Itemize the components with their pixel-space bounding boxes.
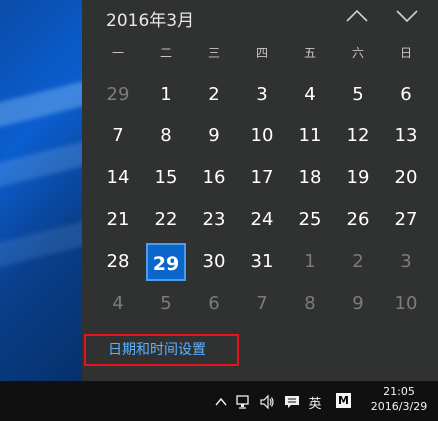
calendar-day[interactable]: 23 bbox=[194, 203, 234, 237]
calendar-day[interactable]: 3 bbox=[242, 78, 282, 112]
calendar-day[interactable]: 17 bbox=[242, 161, 282, 195]
calendar-day[interactable]: 9 bbox=[194, 119, 234, 153]
calendar-day[interactable]: 18 bbox=[290, 161, 330, 195]
calendar-day[interactable]: 29 bbox=[98, 78, 138, 112]
network-button[interactable] bbox=[236, 394, 252, 410]
calendar-day[interactable]: 15 bbox=[146, 161, 186, 195]
calendar-day[interactable]: 5 bbox=[146, 287, 186, 321]
calendar-day[interactable]: 9 bbox=[338, 287, 378, 321]
calendar-day[interactable]: 7 bbox=[242, 287, 282, 321]
input-language-indicator[interactable]: 英 bbox=[307, 393, 323, 412]
calendar-day[interactable]: 1 bbox=[146, 78, 186, 112]
calendar-day[interactable]: 2 bbox=[338, 245, 378, 279]
message-icon bbox=[285, 396, 299, 408]
action-center-button[interactable] bbox=[284, 394, 300, 410]
taskbar-clock[interactable]: 21:05 2016/3/29 bbox=[362, 384, 436, 414]
show-hidden-icons-button[interactable] bbox=[215, 394, 227, 410]
calendar-day[interactable]: 26 bbox=[338, 203, 378, 237]
calendar-day[interactable]: 31 bbox=[242, 245, 282, 279]
calendar-day[interactable]: 11 bbox=[290, 119, 330, 153]
calendar-day-today[interactable]: 29 bbox=[146, 243, 186, 281]
calendar-day[interactable]: 6 bbox=[194, 287, 234, 321]
calendar-day[interactable]: 27 bbox=[386, 203, 426, 237]
calendar-day[interactable]: 8 bbox=[290, 287, 330, 321]
calendar-day[interactable]: 21 bbox=[98, 203, 138, 237]
taskbar: 英 M 21:05 2016/3/29 bbox=[0, 381, 438, 421]
volume-button[interactable] bbox=[259, 394, 275, 410]
calendar-day[interactable]: 5 bbox=[338, 78, 378, 112]
calendar-day[interactable]: 24 bbox=[242, 203, 282, 237]
calendar-day[interactable]: 13 bbox=[386, 119, 426, 153]
calendar-day[interactable]: 14 bbox=[98, 161, 138, 195]
calendar-day[interactable]: 19 bbox=[338, 161, 378, 195]
calendar-day[interactable]: 6 bbox=[386, 78, 426, 112]
calendar-day[interactable]: 22 bbox=[146, 203, 186, 237]
calendar-day[interactable]: 30 bbox=[194, 245, 234, 279]
calendar-day[interactable]: 4 bbox=[290, 78, 330, 112]
ime-mode-indicator[interactable]: M bbox=[336, 393, 351, 408]
calendar-day[interactable]: 1 bbox=[290, 245, 330, 279]
calendar-flyout: 2016年3月 一二三四五六日 29 1 2 3 4 5 6 7 8 9 10 11 12 13 14 15 1… bbox=[82, 0, 438, 381]
calendar-day[interactable]: 10 bbox=[242, 119, 282, 153]
calendar-day[interactable]: 2 bbox=[194, 78, 234, 112]
calendar-day[interactable]: 7 bbox=[98, 119, 138, 153]
calendar-day[interactable]: 28 bbox=[98, 245, 138, 279]
calendar-day-grid: 29 1 2 3 4 5 6 7 8 9 10 11 12 13 14 15 16 17 18 19 20 21 22 23 2… bbox=[82, 0, 438, 330]
calendar-day[interactable]: 8 bbox=[146, 119, 186, 153]
calendar-day[interactable]: 3 bbox=[386, 245, 426, 279]
calendar-day[interactable]: 12 bbox=[338, 119, 378, 153]
calendar-day[interactable]: 10 bbox=[386, 287, 426, 321]
calendar-day[interactable]: 20 bbox=[386, 161, 426, 195]
chevron-up-icon bbox=[215, 397, 227, 406]
clock-date: 2016/3/29 bbox=[370, 400, 428, 413]
clock-time: 21:05 bbox=[383, 385, 415, 398]
speaker-icon bbox=[260, 394, 274, 410]
annotation-highlight-box bbox=[84, 334, 239, 366]
desktop-background bbox=[0, 0, 82, 381]
calendar-day[interactable]: 25 bbox=[290, 203, 330, 237]
calendar-day[interactable]: 4 bbox=[98, 287, 138, 321]
network-icon bbox=[236, 395, 249, 409]
calendar-day[interactable]: 16 bbox=[194, 161, 234, 195]
